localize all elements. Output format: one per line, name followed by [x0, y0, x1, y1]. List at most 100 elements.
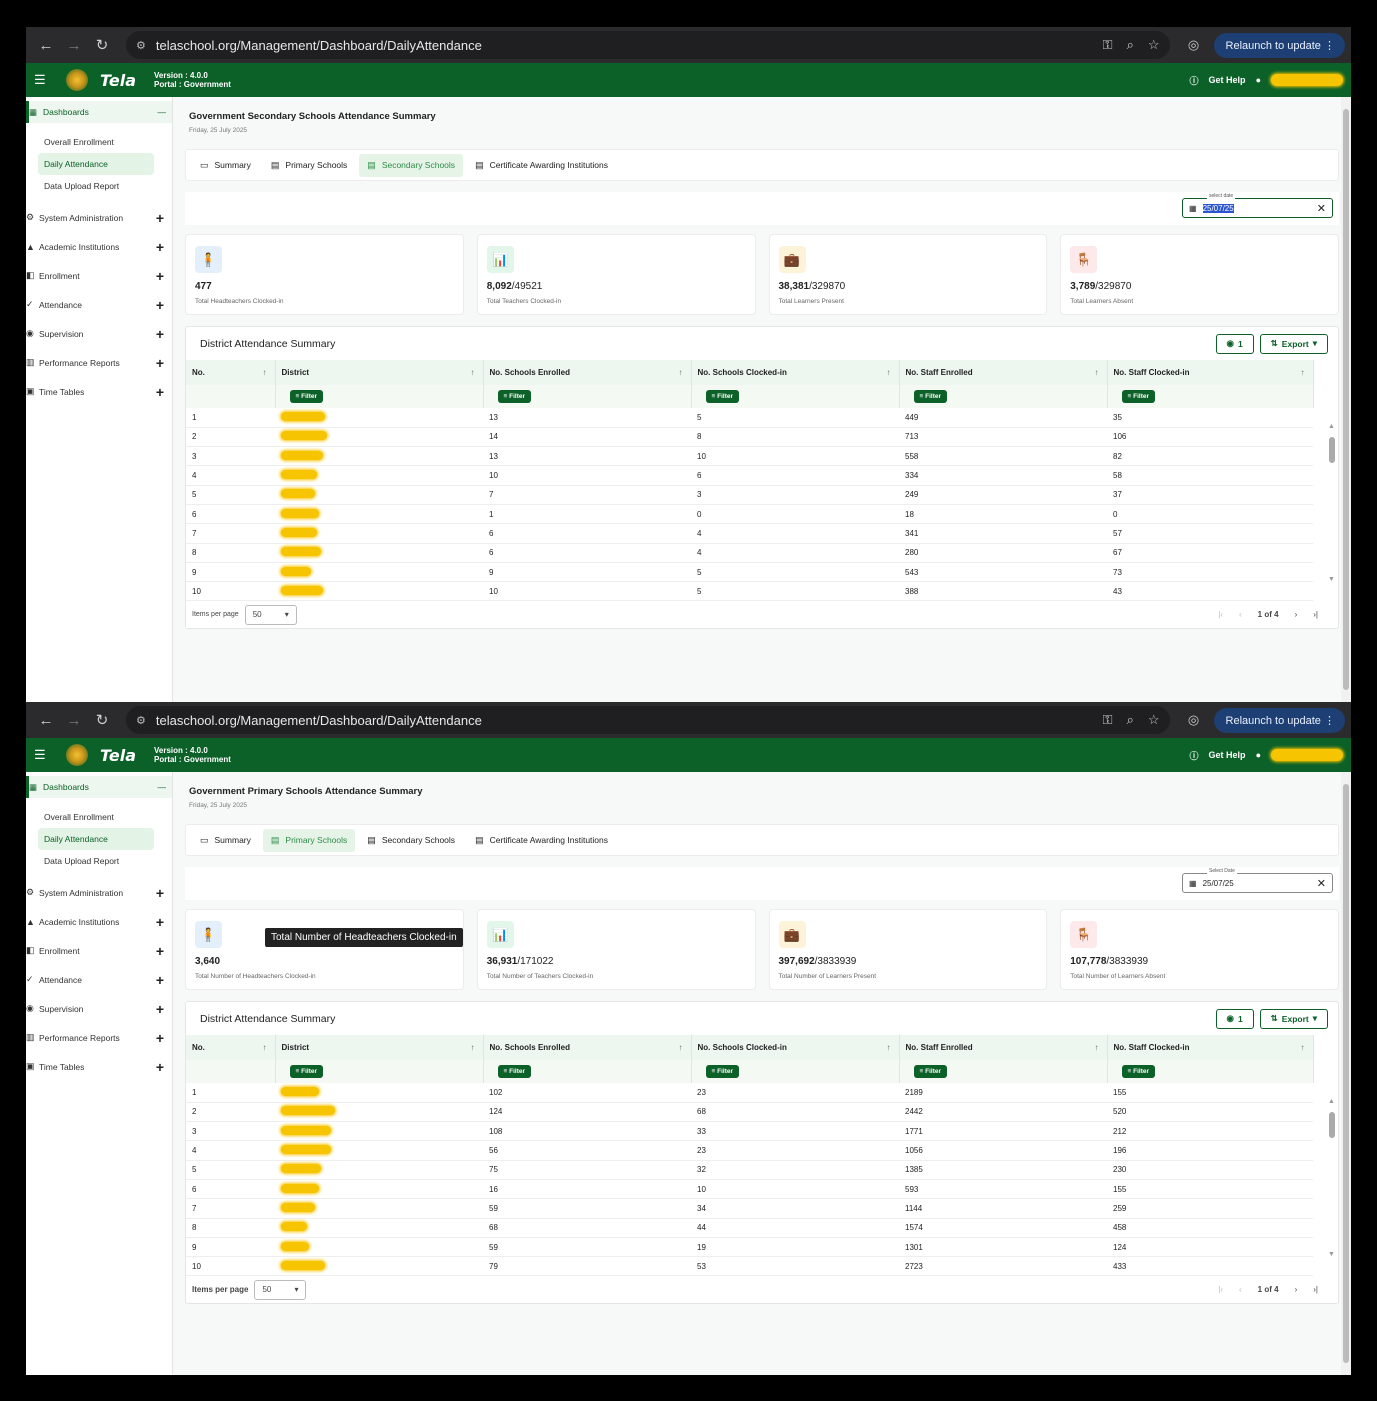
menu-icon[interactable]: ☰: [34, 72, 56, 88]
sort-arrow-icon[interactable]: ↑: [887, 368, 891, 377]
date-value[interactable]: 25/07/25: [1203, 879, 1234, 888]
sort-arrow-icon[interactable]: ↑: [1095, 1043, 1099, 1052]
sidebar-group-2[interactable]: ◧ Enrollment +: [26, 261, 172, 290]
column-header[interactable]: No. ↑: [186, 360, 276, 385]
column-header[interactable]: No. Schools Clocked-in ↑: [691, 360, 900, 385]
calendar-icon[interactable]: ▦: [1189, 204, 1197, 213]
table-row[interactable]: 8 6 4 280 67: [186, 543, 1313, 563]
first-page-icon[interactable]: |‹: [1218, 1285, 1223, 1294]
collapse-icon[interactable]: —: [158, 782, 167, 792]
tab-summary[interactable]: ▭ Summary: [192, 154, 259, 177]
column-header[interactable]: No. Staff Clocked-in ↑: [1107, 1035, 1314, 1060]
user-name-redacted[interactable]: [1271, 749, 1343, 761]
export-button[interactable]: ⇅ Export ▾: [1259, 333, 1328, 354]
reload-icon[interactable]: ↻: [88, 711, 116, 729]
back-icon[interactable]: ←: [32, 712, 60, 729]
column-header[interactable]: No. ↑: [186, 1035, 276, 1060]
expand-plus-icon[interactable]: +: [156, 914, 164, 930]
sidebar-group-0[interactable]: ⚙ System Administration +: [26, 203, 172, 232]
table-scrollbar[interactable]: ▲ ▼: [1328, 1098, 1336, 1258]
expand-plus-icon[interactable]: +: [156, 943, 164, 959]
get-help-link[interactable]: Get Help: [1209, 750, 1246, 760]
profile-icon[interactable]: ◎: [1180, 712, 1208, 728]
sort-arrow-icon[interactable]: ↑: [263, 1043, 267, 1052]
table-row[interactable]: 1 102 23 2189 155: [186, 1083, 1313, 1103]
table-row[interactable]: 2 124 68 2442 520: [186, 1102, 1313, 1123]
next-page-icon[interactable]: ›: [1295, 610, 1298, 619]
sidebar-item-daily-attendance[interactable]: Daily Attendance: [38, 828, 154, 850]
tab-secondary-schools[interactable]: ▤ Secondary Schools: [359, 829, 463, 852]
sort-arrow-icon[interactable]: ↑: [1095, 368, 1099, 377]
next-page-icon[interactable]: ›: [1295, 1285, 1298, 1294]
site-info-icon[interactable]: ⚙: [136, 39, 146, 52]
forward-icon[interactable]: →: [60, 37, 88, 54]
filter-button[interactable]: ≡ Filter: [497, 1065, 532, 1078]
table-row[interactable]: 5 7 3 249 37: [186, 485, 1313, 505]
help-icon[interactable]: ⓘ: [1190, 749, 1199, 762]
tab-primary-schools[interactable]: ▤ Primary Schools: [262, 828, 356, 852]
sort-arrow-icon[interactable]: ↑: [679, 1043, 683, 1052]
back-icon[interactable]: ←: [32, 37, 60, 54]
sidebar-item-data-upload-report[interactable]: Data Upload Report: [26, 175, 172, 197]
tab-certificate-awarding[interactable]: ▤ Certificate Awarding Institutions: [467, 154, 616, 177]
column-header[interactable]: No. Staff Clocked-in ↑: [1107, 360, 1314, 385]
sidebar-group-6[interactable]: ▣ Time Tables +: [26, 377, 172, 406]
expand-plus-icon[interactable]: +: [156, 384, 164, 400]
expand-plus-icon[interactable]: +: [156, 239, 164, 255]
column-header[interactable]: No. Schools Clocked-in ↑: [691, 1035, 900, 1060]
tab-secondary-schools[interactable]: ▤ Secondary Schools: [359, 153, 464, 177]
sidebar-dashboards[interactable]: ▦ Dashboards —: [26, 101, 172, 123]
sort-arrow-icon[interactable]: ↑: [887, 1043, 891, 1052]
page-size-select[interactable]: 50 ▾: [254, 1279, 307, 1300]
sidebar-group-5[interactable]: ▥ Performance Reports +: [26, 1023, 172, 1052]
sidebar-group-3[interactable]: ✓ Attendance +: [26, 290, 172, 319]
expand-plus-icon[interactable]: +: [156, 972, 164, 988]
filter-button[interactable]: ≡ Filter: [289, 1065, 324, 1078]
bookmark-star-icon[interactable]: ☆: [1148, 37, 1160, 53]
expand-plus-icon[interactable]: +: [156, 1059, 164, 1075]
forward-icon[interactable]: →: [60, 712, 88, 729]
sidebar-group-1[interactable]: ▲ Academic Institutions +: [26, 907, 172, 936]
sidebar-dashboards[interactable]: ▦ Dashboards —: [26, 776, 172, 798]
sort-arrow-icon[interactable]: ↑: [1301, 1043, 1305, 1052]
collapse-icon[interactable]: —: [158, 107, 167, 117]
column-header[interactable]: No. Schools Enrolled ↑: [483, 1035, 692, 1060]
table-row[interactable]: 3 108 33 1771 212: [186, 1121, 1313, 1142]
filter-button[interactable]: ≡ Filter: [1121, 390, 1156, 403]
column-header[interactable]: No. Staff Enrolled ↑: [899, 360, 1108, 385]
key-icon[interactable]: ⚿: [1103, 712, 1113, 728]
table-row[interactable]: 9 9 5 543 73: [186, 562, 1313, 583]
last-page-icon[interactable]: ›|: [1313, 1285, 1318, 1294]
table-row[interactable]: 10 10 5 388 43: [186, 581, 1313, 602]
get-help-link[interactable]: Get Help: [1209, 75, 1246, 85]
tab-certificate-awarding[interactable]: ▤ Certificate Awarding Institutions: [467, 829, 616, 852]
filter-button[interactable]: ≡ Filter: [705, 1065, 740, 1078]
sidebar-group-4[interactable]: ◉ Supervision +: [26, 319, 172, 348]
expand-plus-icon[interactable]: +: [156, 1001, 164, 1017]
tab-primary-schools[interactable]: ▤ Primary Schools: [263, 154, 355, 177]
relaunch-button[interactable]: Relaunch to update ⋮: [1213, 32, 1345, 58]
expand-plus-icon[interactable]: +: [156, 355, 164, 371]
prev-page-icon[interactable]: ‹: [1239, 1285, 1242, 1294]
table-row[interactable]: 10 79 53 2723 433: [186, 1256, 1313, 1277]
user-name-redacted[interactable]: [1271, 74, 1343, 86]
filter-button[interactable]: ≡ Filter: [705, 390, 740, 403]
clear-date-icon[interactable]: ✕: [1317, 202, 1326, 215]
sidebar-item-data-upload-report[interactable]: Data Upload Report: [26, 850, 172, 872]
sidebar-group-3[interactable]: ✓ Attendance +: [26, 965, 172, 994]
expand-plus-icon[interactable]: +: [156, 268, 164, 284]
table-row[interactable]: 5 75 32 1385 230: [186, 1160, 1313, 1180]
zoom-icon[interactable]: ⌕: [1127, 37, 1134, 53]
expand-plus-icon[interactable]: +: [156, 210, 164, 226]
profile-icon[interactable]: ◎: [1180, 37, 1208, 53]
sidebar-item-daily-attendance[interactable]: Daily Attendance: [38, 153, 154, 175]
help-icon[interactable]: ⓘ: [1190, 74, 1199, 87]
table-scrollbar[interactable]: ▲ ▼: [1328, 423, 1336, 583]
user-icon[interactable]: ●: [1256, 75, 1261, 85]
sidebar-group-5[interactable]: ▥ Performance Reports +: [26, 348, 172, 377]
last-page-icon[interactable]: ›|: [1313, 610, 1318, 619]
site-info-icon[interactable]: ⚙: [136, 714, 146, 727]
page-scrollbar[interactable]: [1341, 772, 1351, 1375]
relaunch-button[interactable]: Relaunch to update ⋮: [1213, 707, 1345, 733]
sort-arrow-icon[interactable]: ↑: [1301, 368, 1305, 377]
